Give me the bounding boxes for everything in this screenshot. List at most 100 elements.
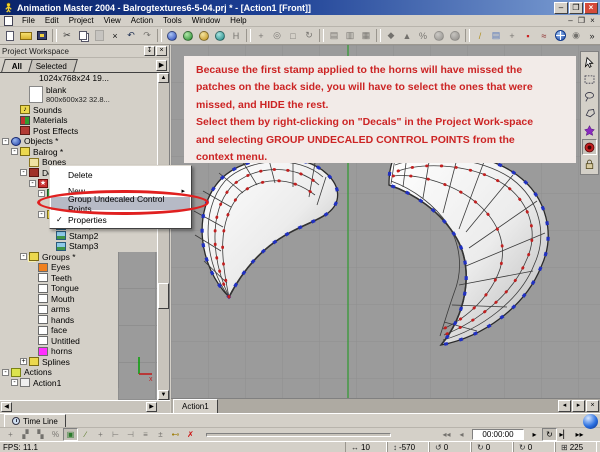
tl-prev-frame-button[interactable]: ⊢	[108, 428, 123, 441]
lock-tool[interactable]	[582, 156, 597, 172]
tree-item-balrog[interactable]: -Balrog *	[0, 147, 157, 158]
menu-window[interactable]: Window	[187, 16, 225, 25]
key-colors-button[interactable]	[447, 28, 463, 43]
tree-item-groups[interactable]: -Groups *	[0, 252, 118, 263]
zoom-view-button[interactable]: ◎	[269, 28, 285, 43]
arrow-tool[interactable]	[582, 54, 597, 70]
globe-button[interactable]	[552, 28, 568, 43]
paint-button[interactable]: /	[472, 28, 488, 43]
expander-icon[interactable]: -	[20, 169, 27, 176]
tl-next-frame-button[interactable]: ⊣	[123, 428, 138, 441]
mdi-minimize-button[interactable]: –	[565, 16, 576, 25]
tree-item-materials[interactable]: Materials	[0, 115, 157, 126]
cd-button[interactable]: ◉	[568, 28, 584, 43]
scroll-down-icon[interactable]: ▼	[158, 390, 169, 400]
mdi-close-button[interactable]: ×	[587, 16, 598, 25]
tree-item-face[interactable]: face	[0, 325, 118, 336]
library-h-button[interactable]: H	[228, 28, 244, 43]
record-button[interactable]: ▪	[520, 28, 536, 43]
expander-icon[interactable]: -	[29, 180, 36, 187]
step-forward-button[interactable]: ▸▏	[557, 428, 572, 441]
redo-button[interactable]: ↷	[139, 28, 155, 43]
tree-item-splines[interactable]: +Splines	[0, 357, 118, 368]
go-start-button[interactable]: ◂◂	[439, 428, 454, 441]
tree-item-stamp2[interactable]: Stamp2	[0, 231, 157, 242]
expander-icon[interactable]: +	[20, 358, 27, 365]
scroll-right-icon[interactable]: ▶	[146, 402, 157, 412]
close-button[interactable]: ×	[584, 2, 598, 14]
tree-horizontal-scrollbar[interactable]: ◀ ▶	[0, 400, 170, 413]
timeline-tab[interactable]: Time Line	[4, 414, 66, 427]
toolbar-overflow-button[interactable]: »	[584, 28, 600, 43]
tl-add-button[interactable]: +	[93, 428, 108, 441]
paste-button[interactable]	[91, 28, 107, 43]
tree-item-tongue[interactable]: Tongue	[0, 283, 118, 294]
timeline-slider[interactable]	[206, 433, 391, 437]
loop-button[interactable]: ↻	[542, 428, 557, 441]
tl-scale-button[interactable]: ▞	[18, 428, 33, 441]
tab-overflow-button[interactable]: ▶	[156, 60, 167, 71]
expander-icon[interactable]: -	[20, 253, 27, 260]
tl-range-button[interactable]: ±	[153, 428, 168, 441]
tree-vertical-scrollbar[interactable]: ▲ ▼	[157, 73, 169, 400]
scroll-up-icon[interactable]: ▲	[158, 73, 169, 83]
tree-item-arms[interactable]: arms	[0, 304, 118, 315]
new-button[interactable]	[2, 28, 18, 43]
tree-item-objects[interactable]: -Objects *	[0, 136, 157, 147]
play-button[interactable]: ▸	[527, 428, 542, 441]
menu-file[interactable]: File	[17, 16, 40, 25]
expander-icon[interactable]: -	[38, 211, 45, 218]
restore-button[interactable]: ❐	[569, 2, 583, 14]
tree-item-mouth[interactable]: Mouth	[0, 294, 118, 305]
key-scale-button[interactable]: ▲	[399, 28, 415, 43]
wave-button[interactable]: ≈	[536, 28, 552, 43]
menu-view[interactable]: View	[99, 16, 126, 25]
poly-lasso-tool[interactable]	[582, 105, 597, 121]
expander-icon[interactable]: -	[38, 190, 45, 197]
tl-delete-button[interactable]: ✗	[183, 428, 198, 441]
menu-action[interactable]: Action	[126, 16, 158, 25]
copy-button[interactable]	[75, 28, 91, 43]
mode-a-button[interactable]: ▤	[326, 28, 342, 43]
move-view-button[interactable]: +	[253, 28, 269, 43]
key-balls-button[interactable]	[431, 28, 447, 43]
undo-button[interactable]: ↶	[123, 28, 139, 43]
mdi-restore-button[interactable]: ❐	[576, 16, 587, 25]
rect-select-tool[interactable]	[582, 71, 597, 87]
tl-skew-button[interactable]: ▚	[33, 428, 48, 441]
delete-button[interactable]: ×	[107, 28, 123, 43]
tree-item-action1[interactable]: -Action1	[0, 378, 118, 389]
tree-item-post-effects[interactable]: Post Effects	[0, 126, 157, 137]
library-actions-button[interactable]	[180, 28, 196, 43]
time-display[interactable]: 00:00:00	[472, 429, 524, 440]
mode-b-button[interactable]: ▥	[342, 28, 358, 43]
viewport-tab-action1[interactable]: Action1	[173, 399, 218, 413]
minimize-button[interactable]: –	[554, 2, 568, 14]
lasso-tool[interactable]	[582, 88, 597, 104]
embed-button[interactable]	[34, 28, 50, 43]
expander-icon[interactable]: -	[2, 138, 9, 145]
viewport-close-button[interactable]: ×	[586, 400, 599, 412]
library-materials-button[interactable]	[196, 28, 212, 43]
scroll-left-icon[interactable]: ◀	[1, 402, 12, 412]
menu-help[interactable]: Help	[225, 16, 251, 25]
tree-item-hands[interactable]: hands	[0, 315, 118, 326]
step-back-button[interactable]: ◂	[454, 428, 469, 441]
open-button[interactable]	[18, 28, 34, 43]
menu-project[interactable]: Project	[64, 16, 99, 25]
hide-tool[interactable]	[582, 139, 597, 155]
tree-item-untitled[interactable]: Untitled	[0, 336, 118, 347]
cut-button[interactable]: ✂	[59, 28, 75, 43]
tl-pencil-button[interactable]: ∕	[78, 428, 93, 441]
scrollbar-thumb[interactable]	[158, 283, 169, 309]
tl-center-button[interactable]: ≡	[138, 428, 153, 441]
bound-view-button[interactable]: □	[285, 28, 301, 43]
context-menu-item-delete[interactable]: Delete	[51, 168, 190, 181]
menu-edit[interactable]: Edit	[40, 16, 64, 25]
workspace-tab-all[interactable]: All	[1, 59, 33, 72]
tree-item-sounds[interactable]: ♪Sounds	[0, 105, 157, 116]
menu-tools[interactable]: Tools	[158, 16, 187, 25]
turn-view-button[interactable]: ↻	[301, 28, 317, 43]
expander-icon[interactable]: -	[11, 379, 18, 386]
key-rotate-button[interactable]: %	[415, 28, 431, 43]
